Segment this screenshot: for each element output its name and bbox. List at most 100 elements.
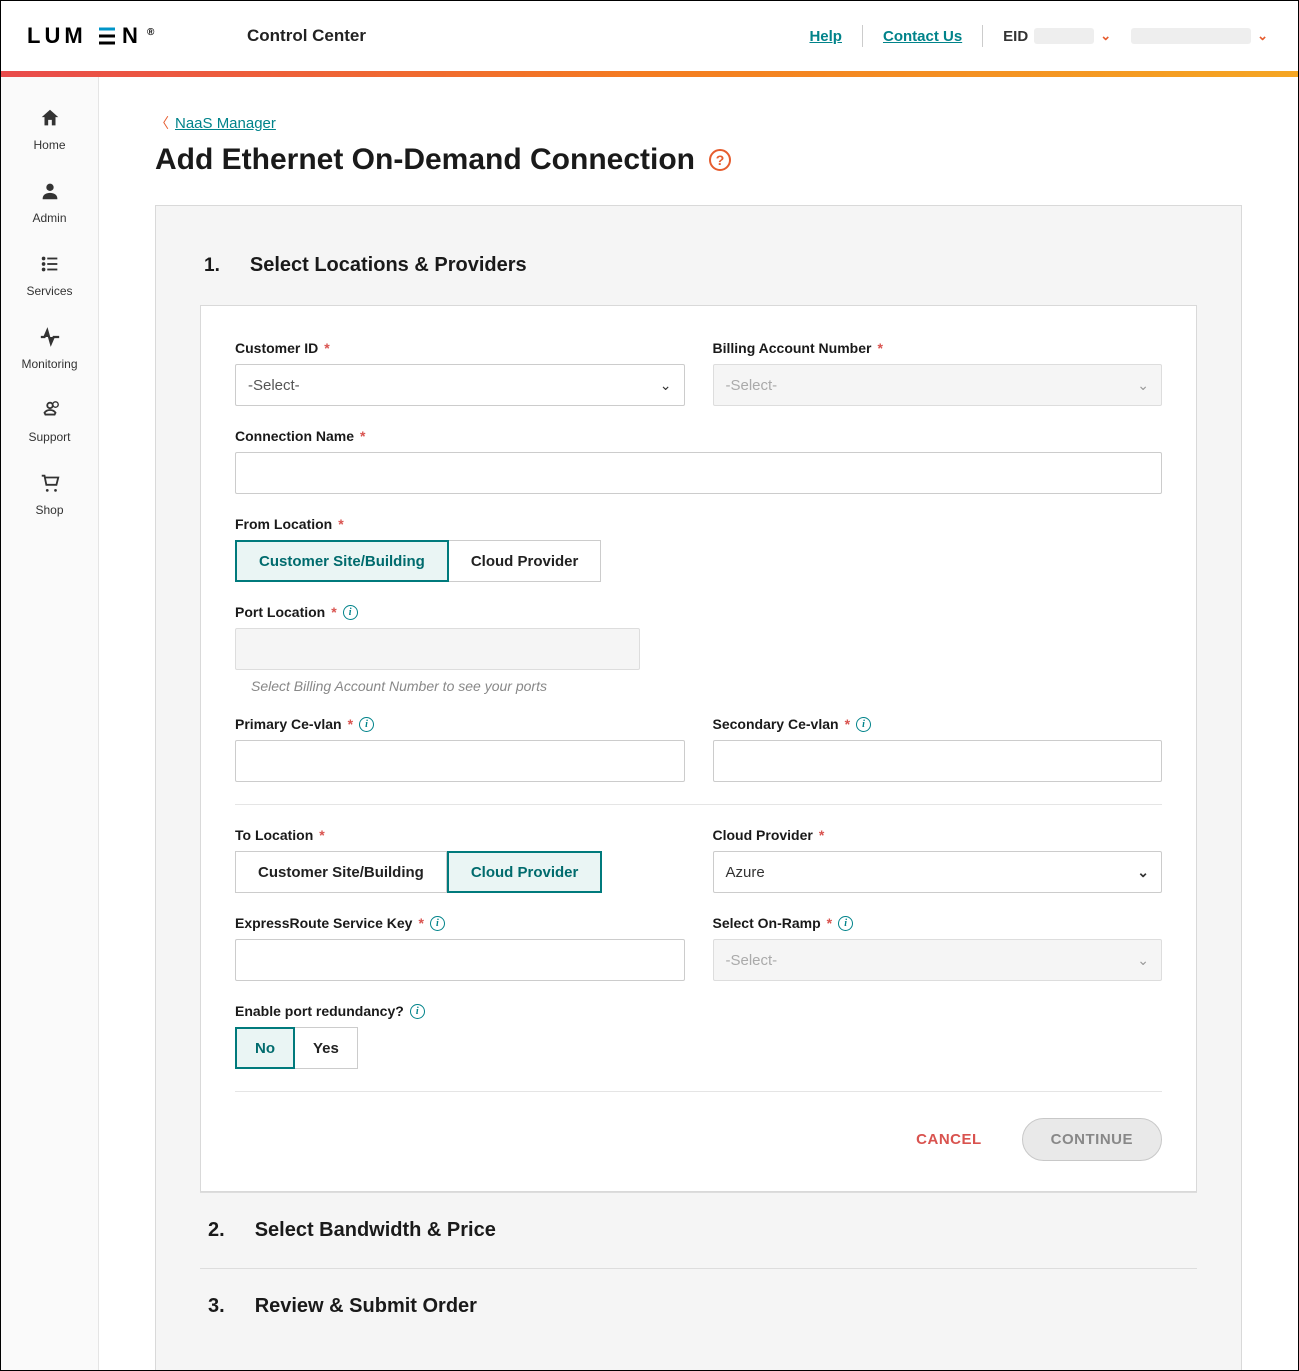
primary-cevlan-input[interactable] xyxy=(235,740,685,782)
sidebar-item-label: Shop xyxy=(35,503,63,517)
secondary-cevlan-input[interactable] xyxy=(713,740,1163,782)
sidebar-item-label: Admin xyxy=(32,211,66,225)
to-customer-site-button[interactable]: Customer Site/Building xyxy=(235,851,447,893)
from-cloud-provider-button[interactable]: Cloud Provider xyxy=(449,540,602,582)
sidebar: Home Admin Services Monitoring Support S… xyxy=(1,77,99,1370)
chevron-down-icon: ⌄ xyxy=(1137,952,1149,969)
cancel-button[interactable]: CANCEL xyxy=(916,1131,982,1148)
step-title: Review & Submit Order xyxy=(255,1295,477,1318)
sidebar-item-label: Support xyxy=(28,430,70,444)
step-1-header: 1. Select Locations & Providers xyxy=(200,254,1197,277)
list-icon xyxy=(39,253,61,278)
top-header: LUM N ® Control Center Help Contact Us E… xyxy=(1,1,1298,71)
form-actions: CANCEL CONTINUE xyxy=(235,1091,1162,1161)
page-title: Add Ethernet On-Demand Connection ? xyxy=(155,143,1242,177)
chevron-left-icon: 〈 xyxy=(155,113,169,133)
redundancy-label: Enable port redundancy? i xyxy=(235,1003,1162,1019)
info-icon[interactable]: i xyxy=(838,916,853,931)
sidebar-item-shop[interactable]: Shop xyxy=(1,458,98,531)
step-title: Select Locations & Providers xyxy=(250,254,527,277)
cart-icon xyxy=(39,472,61,497)
from-customer-site-button[interactable]: Customer Site/Building xyxy=(235,540,449,582)
sidebar-item-admin[interactable]: Admin xyxy=(1,166,98,239)
on-ramp-label: Select On-Ramp* i xyxy=(713,915,1163,931)
ban-select[interactable]: -Select- ⌄ xyxy=(713,364,1163,406)
account-selector[interactable]: ⌄ xyxy=(1131,28,1268,44)
from-location-label: From Location* xyxy=(235,516,1162,532)
breadcrumb-link[interactable]: NaaS Manager xyxy=(175,115,276,132)
info-icon[interactable]: i xyxy=(343,605,358,620)
step-number: 3. xyxy=(208,1295,225,1318)
info-icon[interactable]: i xyxy=(359,717,374,732)
user-icon xyxy=(39,180,61,205)
main-content: 〈 NaaS Manager Add Ethernet On-Demand Co… xyxy=(99,77,1298,1370)
connection-name-label: Connection Name* xyxy=(235,428,1162,444)
chevron-down-icon: ⌄ xyxy=(660,377,672,394)
redundancy-yes-button[interactable]: Yes xyxy=(295,1027,358,1069)
step-3-header[interactable]: 3. Review & Submit Order xyxy=(200,1268,1197,1344)
sidebar-item-support[interactable]: Support xyxy=(1,385,98,458)
chevron-down-icon: ⌄ xyxy=(1100,28,1111,44)
step-number: 2. xyxy=(208,1219,225,1242)
svg-text:LUM: LUM xyxy=(27,25,87,47)
select-value: -Select- xyxy=(726,952,778,969)
help-icon[interactable]: ? xyxy=(709,149,731,171)
svg-text:N: N xyxy=(122,25,142,47)
port-location-hint: Select Billing Account Number to see you… xyxy=(235,678,640,694)
customer-id-label: Customer ID* xyxy=(235,340,685,356)
divider xyxy=(862,25,863,47)
section-divider xyxy=(235,804,1162,805)
secondary-cevlan-label: Secondary Ce-vlan* i xyxy=(713,716,1163,732)
select-value: -Select- xyxy=(726,377,778,394)
redacted-text xyxy=(1034,28,1094,44)
contact-link[interactable]: Contact Us xyxy=(883,28,962,45)
port-location-label: Port Location* i xyxy=(235,604,640,620)
cloud-provider-select[interactable]: Azure ⌄ xyxy=(713,851,1163,893)
chevron-down-icon: ⌄ xyxy=(1137,377,1149,394)
on-ramp-select[interactable]: -Select- ⌄ xyxy=(713,939,1163,981)
brand-logo: LUM N ® xyxy=(27,25,167,47)
chevron-down-icon: ⌄ xyxy=(1137,864,1149,881)
step-number: 1. xyxy=(204,255,220,277)
divider xyxy=(982,25,983,47)
breadcrumb: 〈 NaaS Manager xyxy=(155,113,1242,133)
gear-user-icon xyxy=(39,399,61,424)
select-value: Azure xyxy=(726,864,765,881)
form-panel: 1. Select Locations & Providers Customer… xyxy=(155,205,1242,1370)
activity-icon xyxy=(39,326,61,351)
sidebar-item-home[interactable]: Home xyxy=(1,93,98,166)
select-value: -Select- xyxy=(248,377,300,394)
connection-name-input[interactable] xyxy=(235,452,1162,494)
to-cloud-provider-button[interactable]: Cloud Provider xyxy=(447,851,603,893)
from-location-toggle: Customer Site/Building Cloud Provider xyxy=(235,540,1162,582)
info-icon[interactable]: i xyxy=(430,916,445,931)
redundancy-no-button[interactable]: No xyxy=(235,1027,295,1069)
info-icon[interactable]: i xyxy=(856,717,871,732)
continue-button[interactable]: CONTINUE xyxy=(1022,1118,1162,1161)
page-title-text: Add Ethernet On-Demand Connection xyxy=(155,143,695,177)
help-link[interactable]: Help xyxy=(809,28,842,45)
port-location-select[interactable] xyxy=(235,628,640,670)
to-location-toggle: Customer Site/Building Cloud Provider xyxy=(235,851,685,893)
eid-selector[interactable]: EID ⌄ xyxy=(1003,28,1111,45)
info-icon[interactable]: i xyxy=(410,1004,425,1019)
ban-label: Billing Account Number* xyxy=(713,340,1163,356)
step-2-header[interactable]: 2. Select Bandwidth & Price xyxy=(200,1192,1197,1268)
express-route-input[interactable] xyxy=(235,939,685,981)
sidebar-item-services[interactable]: Services xyxy=(1,239,98,312)
sidebar-item-label: Home xyxy=(33,138,65,152)
form-card: Customer ID* -Select- ⌄ Billing Account … xyxy=(200,305,1197,1192)
home-icon xyxy=(39,107,61,132)
customer-id-select[interactable]: -Select- ⌄ xyxy=(235,364,685,406)
to-location-label: To Location* xyxy=(235,827,685,843)
sidebar-item-label: Monitoring xyxy=(21,357,77,371)
chevron-down-icon: ⌄ xyxy=(1257,28,1268,44)
redacted-text xyxy=(1131,28,1251,44)
svg-text:®: ® xyxy=(147,27,158,38)
redundancy-toggle: No Yes xyxy=(235,1027,1162,1069)
express-route-label: ExpressRoute Service Key* i xyxy=(235,915,685,931)
eid-label: EID xyxy=(1003,28,1028,45)
primary-cevlan-label: Primary Ce-vlan* i xyxy=(235,716,685,732)
sidebar-item-monitoring[interactable]: Monitoring xyxy=(1,312,98,385)
app-title: Control Center xyxy=(247,26,366,46)
